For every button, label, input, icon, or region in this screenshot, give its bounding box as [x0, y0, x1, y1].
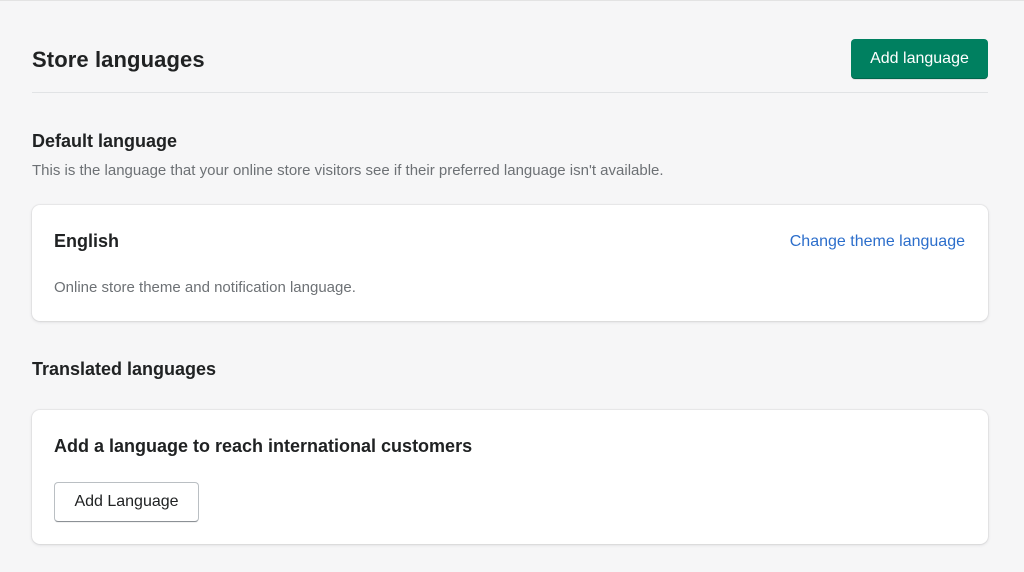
add-language-secondary-button[interactable]: Add Language	[54, 482, 199, 522]
default-language-card: English Change theme language Online sto…	[32, 205, 988, 321]
page-header: Store languages Add language	[32, 37, 988, 93]
translated-languages-card: Add a language to reach international cu…	[32, 410, 988, 544]
add-language-button[interactable]: Add language	[851, 39, 988, 79]
page-title: Store languages	[32, 47, 205, 72]
translated-languages-card-title: Add a language to reach international cu…	[54, 436, 473, 456]
change-theme-language-link[interactable]: Change theme language	[790, 233, 965, 251]
default-language-note: Online store theme and notification lang…	[54, 279, 356, 296]
default-language-description: This is the language that your online st…	[32, 162, 664, 179]
translated-languages-heading: Translated languages	[32, 359, 217, 379]
default-language-heading: Default language	[32, 131, 178, 151]
default-language-name: English	[54, 231, 120, 251]
